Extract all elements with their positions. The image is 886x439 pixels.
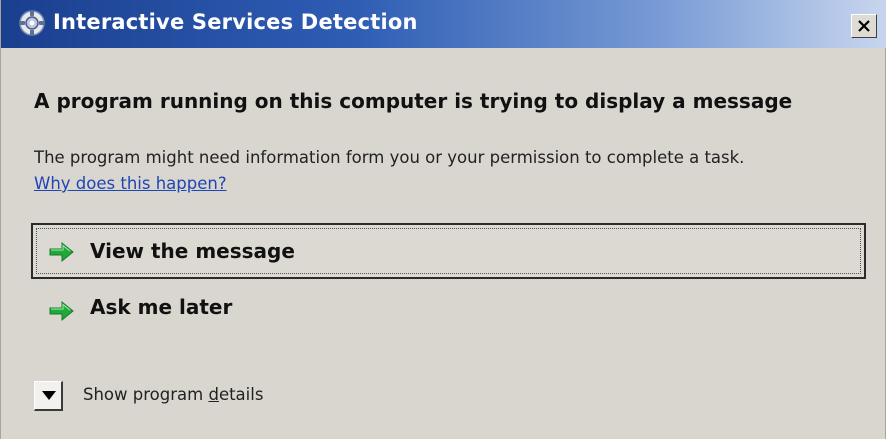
- services-gear-icon: [16, 7, 48, 39]
- close-button[interactable]: [851, 14, 877, 38]
- dialog-heading: A program running on this computer is tr…: [34, 89, 793, 113]
- interactive-services-dialog: Interactive Services Detection A program…: [0, 0, 886, 439]
- view-message-label: View the message: [90, 239, 295, 263]
- green-arrow-right-icon: [48, 300, 74, 322]
- dialog-description: The program might need information form …: [34, 148, 745, 167]
- show-details-label[interactable]: Show program details: [83, 385, 263, 404]
- why-does-this-happen-link[interactable]: Why does this happen?: [34, 174, 227, 193]
- details-label-access-key: d: [208, 385, 219, 404]
- title-bar[interactable]: Interactive Services Detection: [1, 0, 886, 48]
- close-x-icon: [858, 20, 870, 32]
- details-label-prefix: Show program: [83, 385, 209, 404]
- ask-me-later-option[interactable]: Ask me later: [31, 283, 866, 333]
- green-arrow-right-icon: [48, 241, 74, 263]
- details-label-suffix: etails: [218, 385, 264, 404]
- view-message-option[interactable]: View the message: [31, 223, 866, 279]
- triangle-down-icon: [42, 391, 56, 400]
- show-details-button[interactable]: [34, 381, 63, 411]
- window-title: Interactive Services Detection: [53, 10, 418, 34]
- ask-me-later-label: Ask me later: [90, 295, 233, 319]
